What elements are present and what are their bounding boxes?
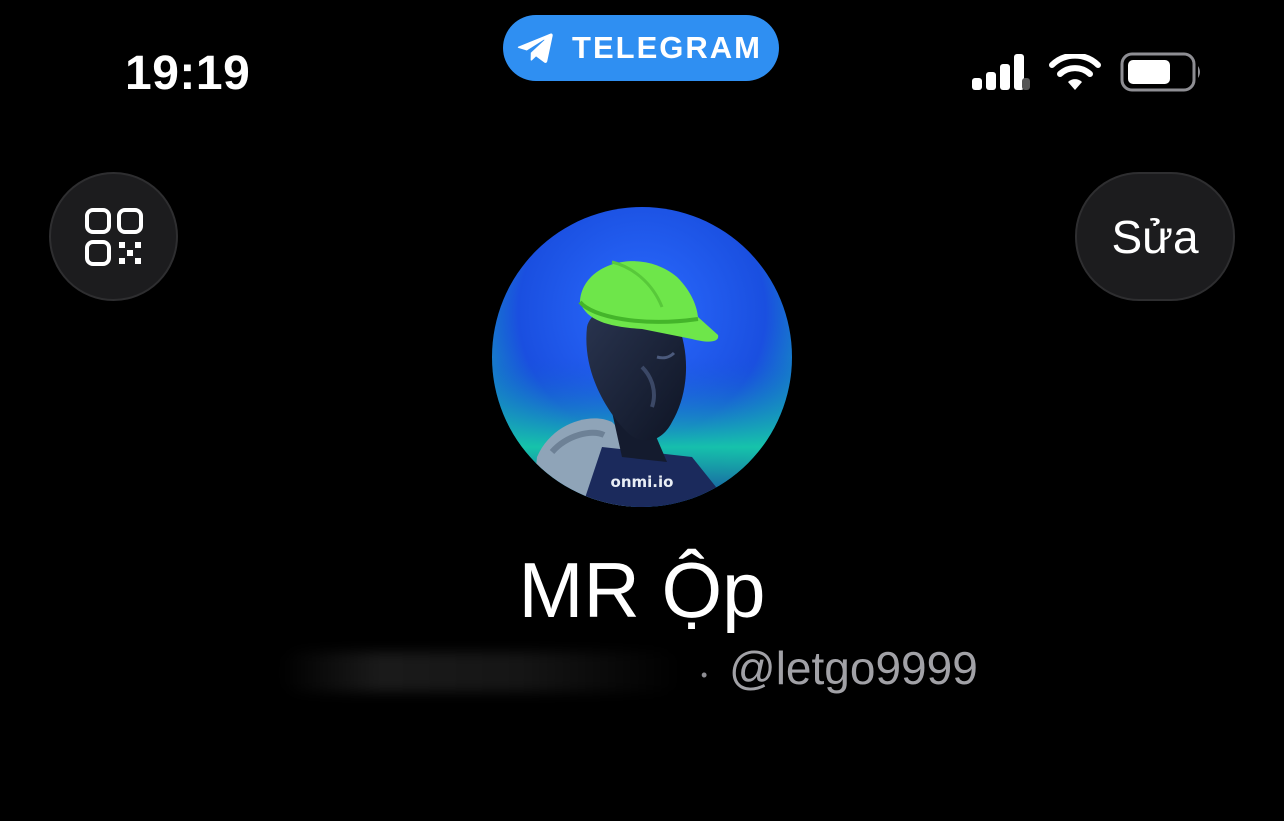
wifi-icon <box>1049 54 1101 90</box>
cellular-signal-icon <box>972 54 1030 90</box>
status-time: 19:19 <box>125 47 251 100</box>
separator-dot: • <box>701 665 708 685</box>
battery-icon <box>1120 52 1200 92</box>
qr-code-button[interactable] <box>49 172 178 301</box>
profile-subtitle-row: • @letgo9999 <box>0 638 1284 698</box>
profile-username[interactable]: @letgo9999 <box>729 638 978 698</box>
blurred-phone-number <box>280 652 680 692</box>
qr-code-icon <box>84 207 143 266</box>
avatar-watermark: onmi.io <box>611 473 674 491</box>
profile-avatar[interactable]: onmi.io <box>492 207 792 507</box>
telegram-label: TELEGRAM <box>572 30 762 65</box>
edit-profile-button[interactable]: Sửa <box>1075 172 1235 301</box>
telegram-plane-icon <box>517 33 553 63</box>
profile-name: MR Ộp <box>518 546 766 634</box>
telegram-activity-pill[interactable]: TELEGRAM <box>503 15 779 81</box>
